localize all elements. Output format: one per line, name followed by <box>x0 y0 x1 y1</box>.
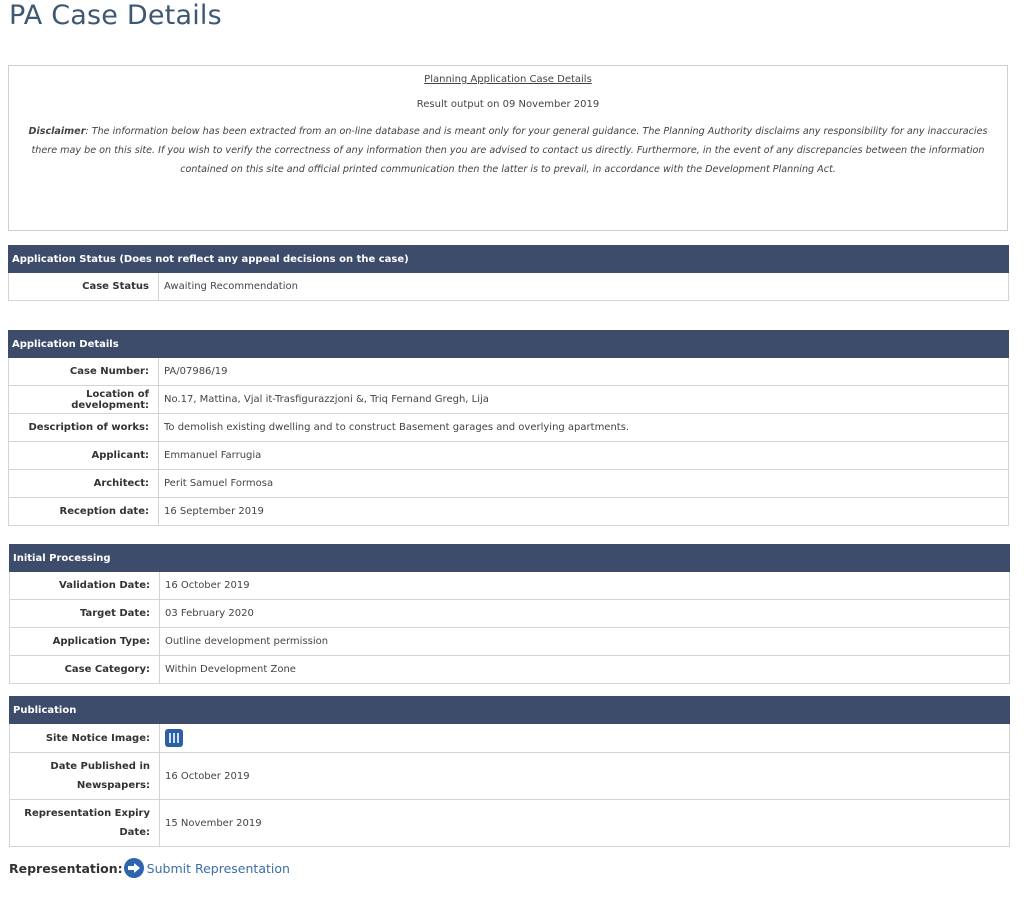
result-output-date: Result output on 09 November 2019 <box>416 99 600 110</box>
case-status-label: Case Status <box>8 272 159 301</box>
validation-date-label: Validation Date: <box>9 571 160 600</box>
case-status-value: Awaiting Recommendation <box>158 272 1009 301</box>
application-status-header: Application Status (Does not reflect any… <box>8 245 1009 273</box>
application-details-header: Application Details <box>8 330 1009 358</box>
application-type-value: Outline development permission <box>159 627 1010 656</box>
architect-value: Perit Samuel Formosa <box>158 469 1009 498</box>
initial-processing-table: Initial Processing Validation Date: 16 O… <box>9 544 1010 684</box>
application-details-table: Application Details Case Number: PA/0798… <box>8 330 1009 526</box>
representation-expiry-label: Representation Expiry Date: <box>9 799 160 847</box>
application-status-table: Application Status (Does not reflect any… <box>8 245 1009 301</box>
case-number-value: PA/07986/19 <box>158 357 1009 386</box>
case-category-value: Within Development Zone <box>159 655 1010 684</box>
site-notice-cell <box>159 723 1010 753</box>
disclaimer-heading: Planning Application Case Details <box>424 74 592 85</box>
page-title: PA Case Details <box>9 0 222 31</box>
case-category-label: Case Category: <box>9 655 160 684</box>
table-row: Case Category: Within Development Zone <box>9 655 1010 684</box>
table-row: Architect: Perit Samuel Formosa <box>8 469 1009 498</box>
target-date-label: Target Date: <box>9 599 160 628</box>
representation-expiry-label-line2: Date: <box>119 827 150 838</box>
table-row: Location of development: No.17, Mattina,… <box>8 385 1009 414</box>
reception-date-label: Reception date: <box>8 497 159 526</box>
table-row: Reception date: 16 September 2019 <box>8 497 1009 526</box>
submit-representation-link[interactable]: Submit Representation <box>147 861 290 876</box>
description-label: Description of works: <box>8 413 159 442</box>
site-notice-image-icon[interactable] <box>165 729 183 747</box>
validation-date-value: 16 October 2019 <box>159 571 1010 600</box>
representation-row: Representation: Submit Representation <box>9 858 290 878</box>
table-row: Target Date: 03 February 2020 <box>9 599 1010 628</box>
description-value: To demolish existing dwelling and to con… <box>158 413 1009 442</box>
table-row: Applicant: Emmanuel Farrugia <box>8 441 1009 470</box>
application-type-label: Application Type: <box>9 627 160 656</box>
representation-label: Representation: <box>9 860 123 876</box>
disclaimer-text: Disclaimer: The information below has be… <box>19 122 997 179</box>
table-row: Description of works: To demolish existi… <box>8 413 1009 442</box>
applicant-value: Emmanuel Farrugia <box>158 441 1009 470</box>
site-notice-label: Site Notice Image: <box>9 723 160 753</box>
publication-table: Publication Site Notice Image: Date Publ… <box>9 696 1010 847</box>
table-row: Case Status Awaiting Recommendation <box>8 272 1009 301</box>
date-published-label-line2: Newspapers: <box>76 780 150 791</box>
applicant-label: Applicant: <box>8 441 159 470</box>
date-published-label-line1: Date Published in <box>50 761 150 772</box>
table-row: Application Type: Outline development pe… <box>9 627 1010 656</box>
table-row: Case Number: PA/07986/19 <box>8 357 1009 386</box>
publication-header: Publication <box>9 696 1010 724</box>
location-label: Location of development: <box>8 385 159 414</box>
disclaimer-box: Planning Application Case Details Result… <box>8 65 1008 231</box>
table-row: Validation Date: 16 October 2019 <box>9 571 1010 600</box>
disclaimer-label: Disclaimer <box>28 126 86 137</box>
representation-expiry-label-line1: Representation Expiry <box>24 808 150 819</box>
representation-expiry-value: 15 November 2019 <box>159 799 1010 847</box>
case-number-label: Case Number: <box>8 357 159 386</box>
architect-label: Architect: <box>8 469 159 498</box>
target-date-value: 03 February 2020 <box>159 599 1010 628</box>
date-published-label: Date Published in Newspapers: <box>9 752 160 800</box>
disclaimer-body: : The information below has been extract… <box>31 126 988 175</box>
table-row: Date Published in Newspapers: 16 October… <box>9 752 1010 800</box>
reception-date-value: 16 September 2019 <box>158 497 1009 526</box>
arrow-right-icon[interactable] <box>123 858 144 878</box>
location-value: No.17, Mattina, Vjal it-Trasfigurazzjoni… <box>158 385 1009 414</box>
table-row: Site Notice Image: <box>9 723 1010 753</box>
date-published-value: 16 October 2019 <box>159 752 1010 800</box>
initial-processing-header: Initial Processing <box>9 544 1010 572</box>
table-row: Representation Expiry Date: 15 November … <box>9 799 1010 847</box>
